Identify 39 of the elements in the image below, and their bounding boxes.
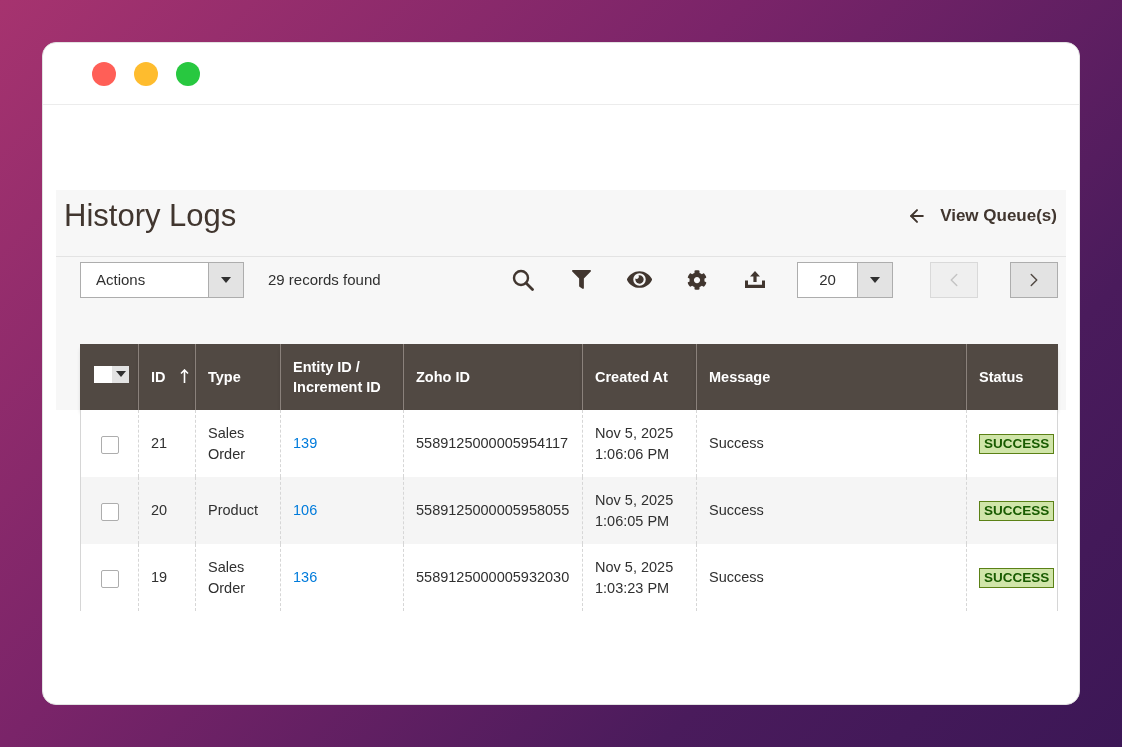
- entity-link[interactable]: 139: [293, 435, 318, 452]
- caret-icon: [870, 276, 880, 283]
- caret-icon: [115, 371, 126, 378]
- page-title: History Logs: [64, 198, 237, 234]
- row-checkbox[interactable]: [100, 569, 119, 588]
- column-header[interactable]: Status: [966, 344, 1058, 410]
- search-icon: [512, 268, 534, 291]
- entity-link[interactable]: 106: [293, 502, 318, 519]
- funnel-icon: [571, 270, 591, 289]
- gear-icon: [687, 269, 707, 290]
- view-queues-link[interactable]: View Queue(s): [907, 206, 1057, 226]
- actions-select[interactable]: Actions: [80, 261, 244, 298]
- select-all-checkbox[interactable]: [94, 365, 112, 383]
- column-header[interactable]: ID: [138, 344, 195, 410]
- window-control-icon[interactable]: [134, 61, 158, 86]
- row-checkbox[interactable]: [100, 435, 119, 454]
- column-header[interactable]: Type: [195, 344, 280, 410]
- upload-icon: [745, 271, 765, 288]
- status-badge: SUCCESS: [979, 567, 1055, 589]
- table-cell: Success: [696, 544, 966, 611]
- entity-link[interactable]: 136: [293, 569, 318, 586]
- column-header[interactable]: Entity ID / Increment ID: [280, 344, 403, 410]
- table-cell: 5589125000005932030: [403, 544, 582, 611]
- table-cell: Sales Order: [195, 544, 280, 611]
- column-header[interactable]: Message: [696, 344, 966, 410]
- window-control-icon[interactable]: [92, 61, 116, 86]
- page-size-select[interactable]: 20: [797, 261, 893, 298]
- status-badge: SUCCESS: [979, 433, 1055, 455]
- mass-select-button[interactable]: [112, 365, 129, 383]
- table-cell: Nov 5, 2025 1:03:23 PM: [582, 544, 696, 611]
- table-cell: 19: [138, 544, 195, 611]
- window-control-icon[interactable]: [176, 61, 200, 86]
- records-count: 29 records found: [268, 271, 381, 288]
- column-header[interactable]: Created At: [582, 344, 696, 410]
- caret-icon: [221, 276, 231, 283]
- row-checkbox[interactable]: [100, 502, 119, 521]
- next-page-button[interactable]: [1010, 261, 1058, 298]
- column-header[interactable]: Zoho ID: [403, 344, 582, 410]
- status-badge: SUCCESS: [979, 500, 1055, 522]
